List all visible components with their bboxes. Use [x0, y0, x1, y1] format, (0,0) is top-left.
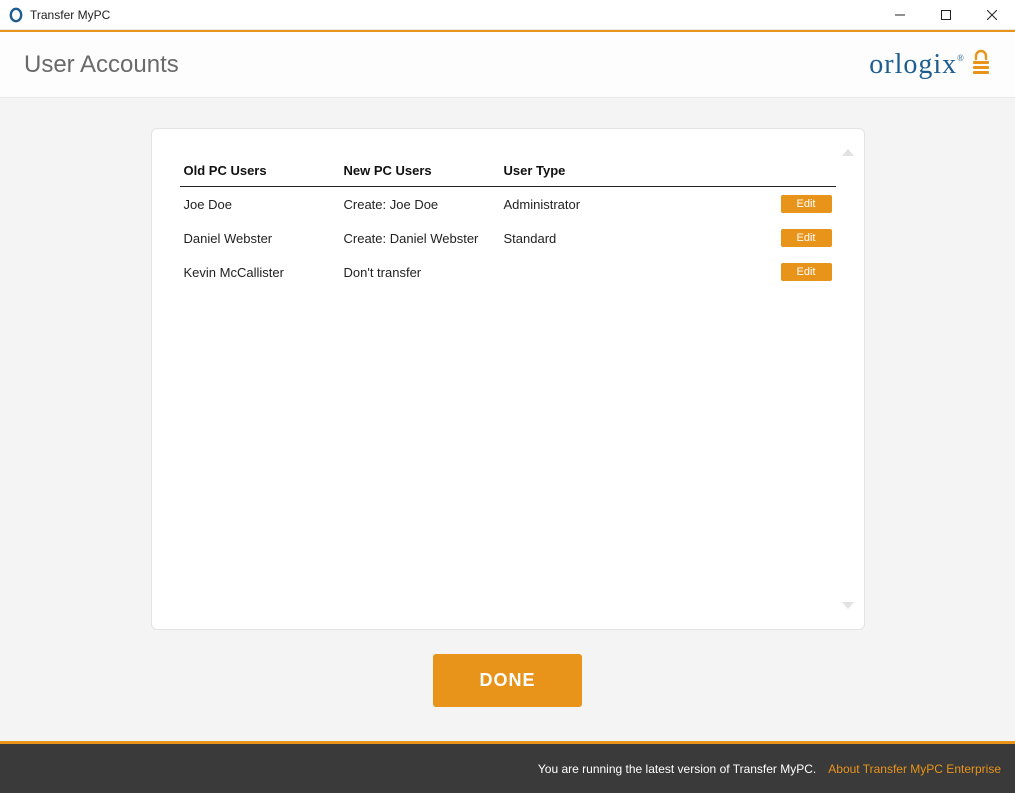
- brand-text: orlogix®: [869, 49, 965, 81]
- cell-user-type: Administrator: [500, 187, 670, 222]
- col-header-old: Old PC Users: [180, 157, 340, 187]
- user-accounts-card: Old PC Users New PC Users User Type Joe …: [151, 128, 865, 630]
- close-button[interactable]: [969, 0, 1015, 30]
- users-table: Old PC Users New PC Users User Type Joe …: [180, 157, 836, 289]
- edit-button[interactable]: Edit: [781, 229, 832, 247]
- table-row: Daniel Webster Create: Daniel Webster St…: [180, 221, 836, 255]
- footer-status: You are running the latest version of Tr…: [538, 762, 816, 776]
- titlebar-left: Transfer MyPC: [8, 7, 110, 23]
- col-header-type: User Type: [500, 157, 670, 187]
- page-title: User Accounts: [24, 51, 179, 79]
- cell-old-user: Daniel Webster: [180, 221, 340, 255]
- edit-button[interactable]: Edit: [781, 263, 832, 281]
- minimize-button[interactable]: [877, 0, 923, 30]
- cell-new-user: Create: Daniel Webster: [340, 221, 500, 255]
- footer: You are running the latest version of Tr…: [0, 741, 1015, 793]
- app-icon: [8, 7, 24, 23]
- col-header-action: [670, 157, 836, 187]
- cell-user-type: Standard: [500, 221, 670, 255]
- footer-about-link[interactable]: About Transfer MyPC Enterprise: [828, 762, 1001, 776]
- table-row: Joe Doe Create: Joe Doe Administrator Ed…: [180, 187, 836, 222]
- brand-logo: orlogix®: [869, 49, 991, 81]
- window-controls: [877, 0, 1015, 29]
- lock-icon: [971, 49, 991, 80]
- done-button[interactable]: DONE: [433, 654, 581, 707]
- table-header-row: Old PC Users New PC Users User Type: [180, 157, 836, 187]
- maximize-button[interactable]: [923, 0, 969, 30]
- col-header-new: New PC Users: [340, 157, 500, 187]
- main-area: Old PC Users New PC Users User Type Joe …: [0, 98, 1015, 741]
- cell-new-user: Create: Joe Doe: [340, 187, 500, 222]
- cell-user-type: [500, 255, 670, 289]
- table-row: Kevin McCallister Don't transfer Edit: [180, 255, 836, 289]
- window-title: Transfer MyPC: [30, 8, 110, 22]
- scroll-up-icon[interactable]: [842, 149, 854, 156]
- cell-old-user: Kevin McCallister: [180, 255, 340, 289]
- cell-new-user: Don't transfer: [340, 255, 500, 289]
- page-header: User Accounts orlogix®: [0, 32, 1015, 98]
- titlebar: Transfer MyPC: [0, 0, 1015, 30]
- edit-button[interactable]: Edit: [781, 195, 832, 213]
- cell-old-user: Joe Doe: [180, 187, 340, 222]
- scroll-down-icon[interactable]: [842, 602, 854, 609]
